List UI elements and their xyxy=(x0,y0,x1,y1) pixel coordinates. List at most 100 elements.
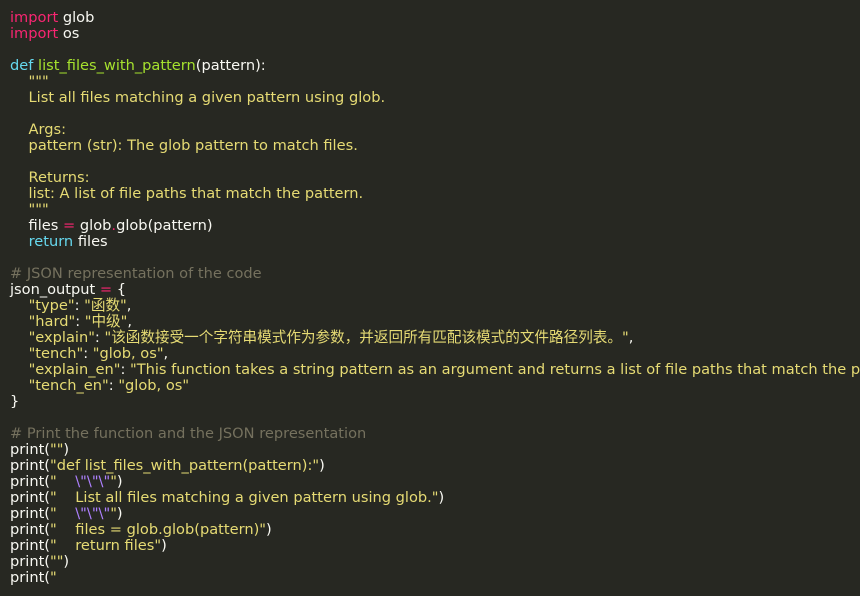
code-token: " xyxy=(49,569,57,586)
code-line: "tench_en": "glob, os" xyxy=(10,378,860,394)
code-token: print( xyxy=(10,505,50,522)
code-token: Returns: xyxy=(10,169,90,186)
code-line: print(" List all files matching a given … xyxy=(10,490,860,506)
code-token: print( xyxy=(10,569,50,586)
code-token: files xyxy=(73,233,108,250)
code-token: "该函数接受一个字符串模式作为参数，并返回所有匹配该模式的文件路径列表。" xyxy=(104,329,629,346)
code-content[interactable]: import glob import os def list_files_with_… xyxy=(10,10,860,586)
code-line: } xyxy=(10,394,860,410)
code-line: print(" xyxy=(10,570,860,586)
code-token: print( xyxy=(10,473,50,490)
code-token: """ xyxy=(10,201,49,218)
code-token: : xyxy=(120,361,130,378)
code-token: print( xyxy=(10,457,50,474)
code-line: # JSON representation of the code xyxy=(10,266,860,282)
code-token: print( xyxy=(10,537,50,554)
code-line: print(" files = glob.glob(pattern)") xyxy=(10,522,860,538)
code-token: # Print the function and the JSON repres… xyxy=(10,425,367,442)
code-token: pattern (str): The glob pattern to match… xyxy=(10,137,358,154)
code-token: print( xyxy=(10,441,50,458)
code-token: print( xyxy=(10,521,50,538)
code-token: # JSON representation of the code xyxy=(10,265,262,282)
code-token: , xyxy=(628,329,634,346)
code-token: "tench_en" xyxy=(28,377,109,394)
code-token: import xyxy=(10,25,59,42)
code-token: os xyxy=(58,25,80,42)
code-token: " return files" xyxy=(49,537,162,554)
code-line: import os xyxy=(10,26,860,42)
code-line: return files xyxy=(10,234,860,250)
code-token: \" xyxy=(98,505,111,522)
code-token: " xyxy=(110,473,117,490)
code-token: : xyxy=(75,313,85,330)
code-line: print(" \"\"\"") xyxy=(10,506,860,522)
code-token: ) xyxy=(116,473,123,490)
code-line: "explain_en": "This function takes a str… xyxy=(10,362,860,378)
code-line: # Print the function and the JSON repres… xyxy=(10,426,860,442)
code-token: ) xyxy=(319,457,325,474)
code-token: list: A list of file paths that match th… xyxy=(10,185,364,202)
code-token: print( xyxy=(10,489,50,506)
code-line: print("") xyxy=(10,442,860,458)
code-line: Returns: xyxy=(10,170,860,186)
code-line: Args: xyxy=(10,122,860,138)
code-token: = xyxy=(99,281,113,298)
code-token: ) xyxy=(161,537,167,554)
code-token: import xyxy=(10,9,59,26)
code-token: List all files matching a given pattern … xyxy=(10,89,386,106)
code-line: "tench": "glob, os", xyxy=(10,346,860,362)
code-line: "type": "函数", xyxy=(10,298,860,314)
code-token: , xyxy=(126,297,132,314)
code-token: def xyxy=(10,57,34,74)
code-token: glob xyxy=(75,217,112,234)
code-token: ) xyxy=(63,441,70,458)
code-token: ) xyxy=(116,505,123,522)
code-token: (pattern): xyxy=(195,57,266,74)
code-token: , xyxy=(127,313,133,330)
code-line: json_output = { xyxy=(10,282,860,298)
code-token: " List all files matching a given patter… xyxy=(49,489,439,506)
code-token: "" xyxy=(49,441,64,458)
code-token: "glob, os" xyxy=(92,345,164,362)
code-line: list: A list of file paths that match th… xyxy=(10,186,860,202)
code-token: Args: xyxy=(10,121,67,138)
code-token: "type" xyxy=(28,297,75,314)
code-token: "tench" xyxy=(28,345,84,362)
code-token: , xyxy=(163,345,169,362)
code-token: : xyxy=(74,297,85,314)
code-line: pattern (str): The glob pattern to match… xyxy=(10,138,860,154)
code-token: "函数" xyxy=(84,297,127,314)
code-token: "explain" xyxy=(28,329,95,346)
code-editor[interactable]: import glob import os def list_files_with_… xyxy=(0,0,860,596)
code-line: files = glob.glob(pattern) xyxy=(10,218,860,234)
code-token: ) xyxy=(265,521,272,538)
code-token: list_files_with_pattern xyxy=(38,57,196,74)
code-token: glob xyxy=(58,9,95,26)
code-token: files xyxy=(10,217,64,234)
code-token: "explain_en" xyxy=(28,361,121,378)
code-line: print("") xyxy=(10,554,860,570)
code-token: "def list_files_with_pattern(pattern):" xyxy=(49,457,320,474)
code-token: = xyxy=(63,217,76,234)
code-token: \" xyxy=(86,473,99,490)
code-token: ) xyxy=(63,553,70,570)
code-token: " files = glob.glob(pattern)" xyxy=(49,521,266,538)
code-token: """ xyxy=(10,73,49,90)
code-token: " xyxy=(110,505,117,522)
code-line: def list_files_with_pattern(pattern): xyxy=(10,58,860,74)
code-line: "explain": "该函数接受一个字符串模式作为参数，并返回所有匹配该模式的… xyxy=(10,330,860,346)
code-token: json_output xyxy=(10,281,100,298)
code-line: """ xyxy=(10,74,860,90)
code-token: \" xyxy=(98,473,111,490)
code-token: { xyxy=(112,281,127,298)
code-token: print( xyxy=(10,553,50,570)
